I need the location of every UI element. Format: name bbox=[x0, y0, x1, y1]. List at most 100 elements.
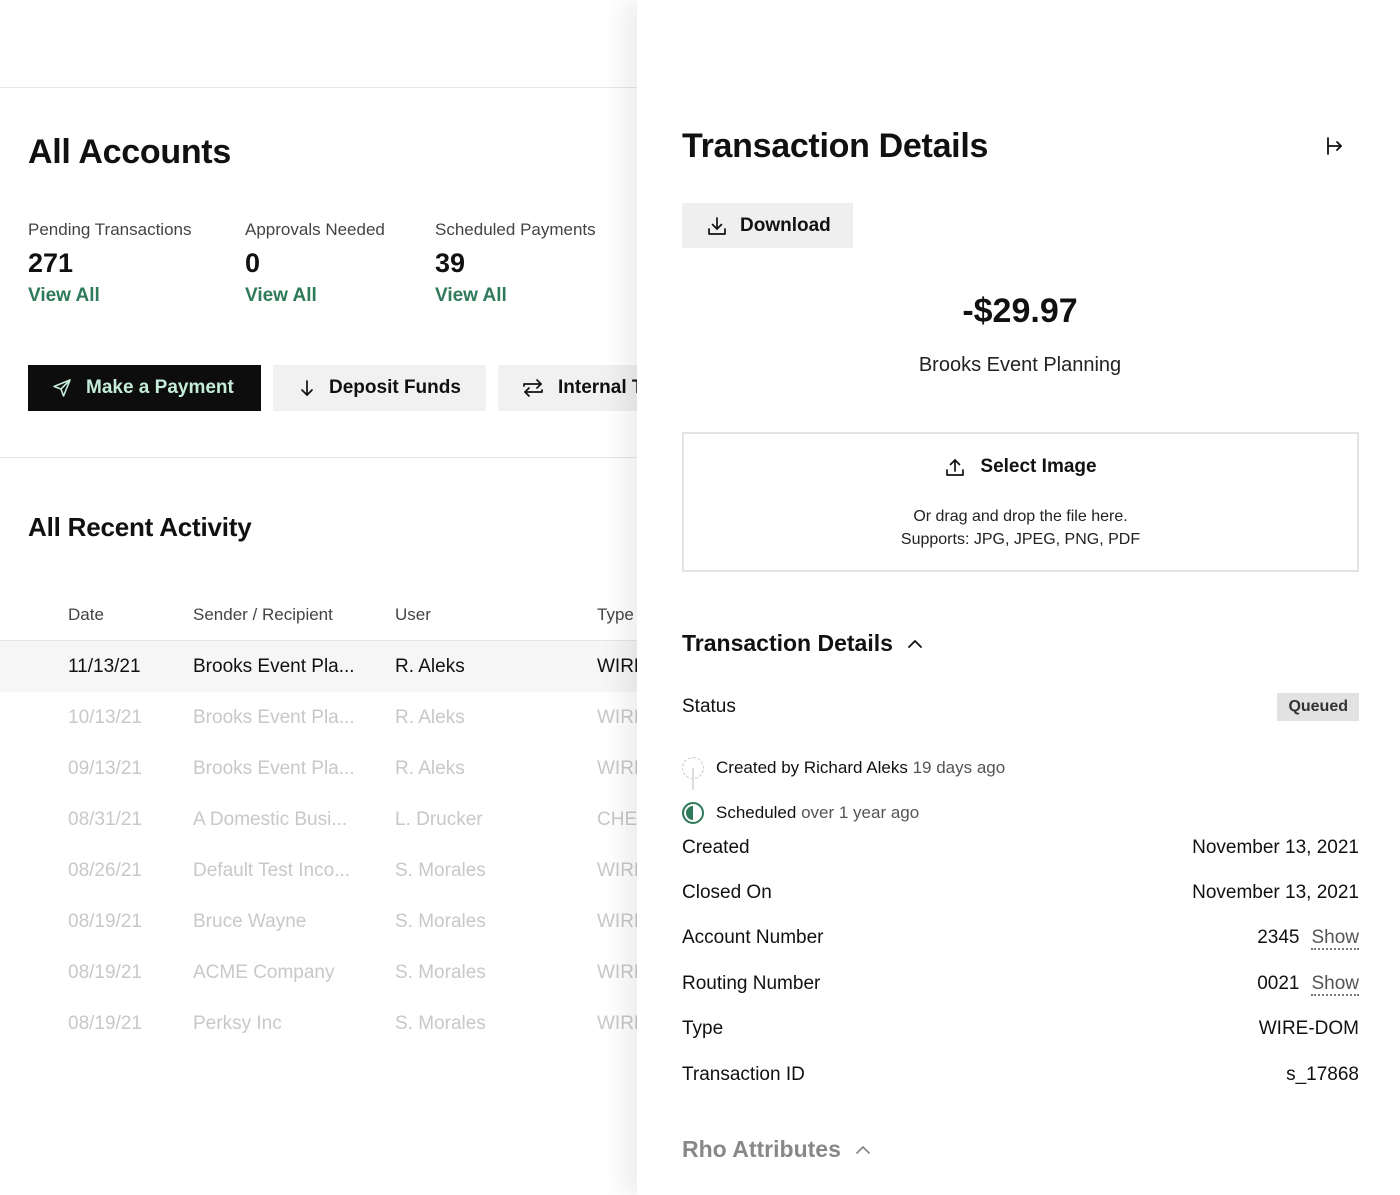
column-header-type[interactable]: Type bbox=[597, 605, 634, 625]
cell-user: S. Morales bbox=[395, 910, 486, 932]
show-account-number-link[interactable]: Show bbox=[1311, 927, 1359, 950]
column-header-date[interactable]: Date bbox=[68, 605, 104, 625]
recent-activity-table: Date Sender / Recipient User Type 11/13/… bbox=[0, 590, 647, 1049]
table-row[interactable]: 08/19/21 ACME Company S. Morales WIRE bbox=[0, 947, 647, 998]
cell-user: S. Morales bbox=[395, 859, 486, 881]
account-number-label: Account Number bbox=[682, 927, 824, 948]
cell-sender: Brooks Event Pla... bbox=[193, 655, 355, 677]
timeline-action: Created by Richard Aleks bbox=[716, 757, 908, 777]
collapse-panel-button[interactable] bbox=[1323, 134, 1347, 158]
column-header-user[interactable]: User bbox=[395, 605, 431, 625]
cell-user: R. Aleks bbox=[395, 655, 465, 677]
arrow-down-icon bbox=[301, 380, 313, 396]
table-header: Date Sender / Recipient User Type bbox=[0, 590, 640, 641]
show-routing-number-link[interactable]: Show bbox=[1311, 973, 1359, 996]
closed-on-row: Closed On November 13, 2021 bbox=[682, 880, 1359, 906]
panel-title: Transaction Details bbox=[682, 127, 989, 165]
cell-date: 08/19/21 bbox=[68, 1012, 142, 1034]
cell-date: 08/26/21 bbox=[68, 859, 142, 881]
transaction-details-panel: Transaction Details Download -$29.97 Bro… bbox=[637, 0, 1400, 1195]
routing-number-value-group: 0021 Show bbox=[1257, 973, 1359, 996]
cell-sender: Brooks Event Pla... bbox=[193, 757, 355, 779]
collapse-panel-icon bbox=[1327, 137, 1342, 155]
table-row[interactable]: 08/19/21 Perksy Inc S. Morales WIRE bbox=[0, 998, 647, 1049]
view-all-approvals-link[interactable]: View All bbox=[245, 285, 385, 307]
timeline-time: over 1 year ago bbox=[801, 802, 920, 822]
stat-pending-transactions: Pending Transactions 271 View All bbox=[28, 220, 192, 307]
table-row[interactable]: 10/13/21 Brooks Event Pla... R. Aleks WI… bbox=[0, 692, 647, 743]
transaction-id-label: Transaction ID bbox=[682, 1064, 805, 1085]
status-row: Status Queued bbox=[682, 690, 1359, 724]
cell-user: S. Morales bbox=[395, 961, 486, 983]
timeline-action: Scheduled bbox=[716, 802, 797, 822]
chevron-up-icon bbox=[855, 1145, 870, 1154]
download-label: Download bbox=[740, 214, 831, 236]
view-all-pending-link[interactable]: View All bbox=[28, 285, 192, 307]
page-title: All Accounts bbox=[28, 133, 231, 171]
cell-sender: ACME Company bbox=[193, 961, 335, 983]
stat-label: Scheduled Payments bbox=[435, 220, 596, 239]
details-section-title: Transaction Details bbox=[682, 630, 893, 656]
internal-transfer-button[interactable]: Internal T bbox=[498, 365, 658, 411]
timeline-connector bbox=[692, 768, 694, 790]
transaction-amount: -$29.97 bbox=[962, 292, 1078, 330]
cell-user: S. Morales bbox=[395, 1012, 486, 1034]
cell-sender: Perksy Inc bbox=[193, 1012, 282, 1034]
cell-sender: Default Test Inco... bbox=[193, 859, 351, 881]
account-number-row: Account Number 2345 Show bbox=[682, 925, 1359, 951]
account-number-value: 2345 bbox=[1257, 927, 1300, 948]
table-row[interactable]: 11/13/21 Brooks Event Pla... R. Aleks WI… bbox=[0, 641, 647, 692]
cell-date: 08/19/21 bbox=[68, 910, 142, 932]
send-icon bbox=[53, 379, 71, 397]
rho-attributes-toggle[interactable]: Rho Attributes bbox=[682, 1136, 871, 1163]
cell-sender: A Domestic Busi... bbox=[193, 808, 348, 830]
deposit-funds-button[interactable]: Deposit Funds bbox=[273, 365, 486, 411]
closed-on-label: Closed On bbox=[682, 882, 772, 903]
type-row: Type WIRE-DOM bbox=[682, 1016, 1359, 1042]
created-value: November 13, 2021 bbox=[1192, 837, 1359, 858]
type-value: WIRE-DOM bbox=[1258, 1018, 1359, 1039]
timeline-time: 19 days ago bbox=[912, 757, 1006, 777]
routing-number-value: 0021 bbox=[1257, 973, 1300, 994]
internal-transfer-label: Internal T bbox=[558, 377, 644, 398]
cell-sender: Brooks Event Pla... bbox=[193, 706, 355, 728]
transaction-id-value: s_17868 bbox=[1286, 1064, 1359, 1085]
cell-date: 08/31/21 bbox=[68, 808, 142, 830]
stat-value: 39 bbox=[435, 248, 466, 278]
receipt-dropzone[interactable]: Select Image Or drag and drop the file h… bbox=[682, 432, 1359, 572]
scheduled-half-circle-icon bbox=[682, 801, 704, 824]
make-payment-label: Make a Payment bbox=[86, 377, 234, 398]
upload-icon bbox=[946, 459, 965, 476]
status-label: Status bbox=[682, 696, 736, 717]
stat-scheduled-payments: Scheduled Payments 39 View All bbox=[435, 220, 596, 307]
deposit-funds-label: Deposit Funds bbox=[329, 377, 461, 398]
cell-date: 10/13/21 bbox=[68, 706, 142, 728]
download-button[interactable]: Download bbox=[682, 203, 853, 248]
table-row[interactable]: 08/26/21 Default Test Inco... S. Morales… bbox=[0, 845, 647, 896]
timeline-item: Created by Richard Aleks 19 days ago bbox=[682, 745, 1005, 790]
download-icon bbox=[708, 216, 726, 235]
routing-number-row: Routing Number 0021 Show bbox=[682, 971, 1359, 997]
select-image-button[interactable]: Select Image bbox=[944, 456, 1097, 478]
closed-on-value: November 13, 2021 bbox=[1192, 882, 1359, 903]
view-all-scheduled-link[interactable]: View All bbox=[435, 285, 596, 307]
table-row[interactable]: 08/31/21 A Domestic Busi... L. Drucker C… bbox=[0, 794, 640, 845]
details-section-toggle[interactable]: Transaction Details bbox=[682, 630, 923, 657]
cell-date: 09/13/21 bbox=[68, 757, 142, 779]
timeline-item: Scheduled over 1 year ago bbox=[682, 790, 1005, 835]
section-divider bbox=[0, 457, 640, 458]
table-row[interactable]: 08/19/21 Bruce Wayne S. Morales WIRE bbox=[0, 896, 647, 947]
cell-date: 11/13/21 bbox=[68, 655, 141, 677]
stat-label: Approvals Needed bbox=[245, 220, 385, 239]
stat-label: Pending Transactions bbox=[28, 220, 192, 239]
status-badge: Queued bbox=[1277, 693, 1359, 721]
column-header-sender[interactable]: Sender / Recipient bbox=[193, 605, 373, 625]
transaction-merchant: Brooks Event Planning bbox=[918, 354, 1122, 376]
routing-number-label: Routing Number bbox=[682, 973, 821, 994]
type-label: Type bbox=[682, 1018, 724, 1039]
cell-sender: Bruce Wayne bbox=[193, 910, 307, 932]
table-row[interactable]: 09/13/21 Brooks Event Pla... R. Aleks WI… bbox=[0, 743, 647, 794]
cell-user: R. Aleks bbox=[395, 757, 465, 779]
recent-activity-title: All Recent Activity bbox=[28, 512, 252, 542]
make-payment-button[interactable]: Make a Payment bbox=[28, 365, 261, 411]
